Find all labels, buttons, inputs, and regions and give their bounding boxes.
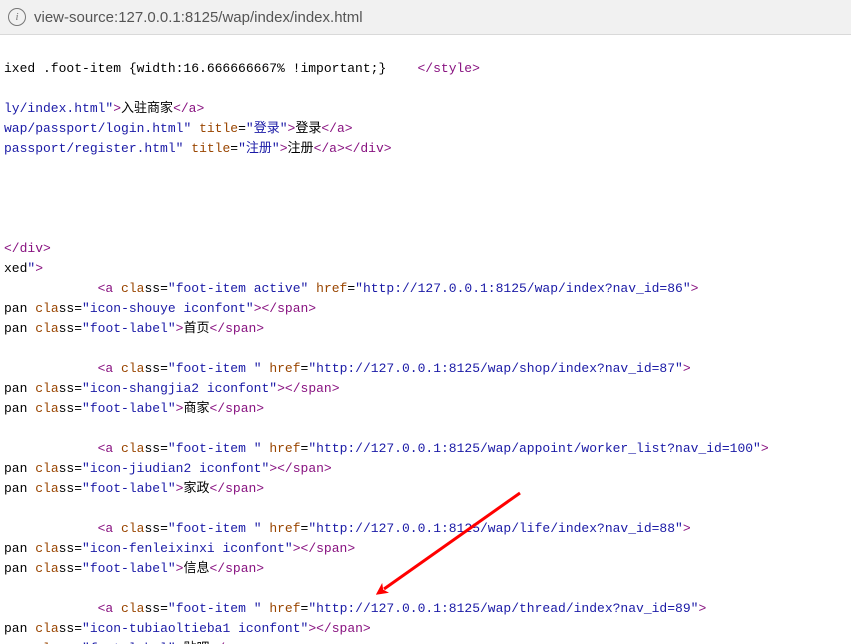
url-text[interactable]: view-source:127.0.0.1:8125/wap/index/ind… bbox=[34, 9, 843, 26]
foot-item-2-a: <a class="foot-item " href="http://127.0… bbox=[4, 441, 769, 456]
foot-item-0-a: <a class="foot-item active" href="http:/… bbox=[4, 281, 698, 296]
foot-item-4-icon: pan class="icon-tubiaoltieba1 iconfont">… bbox=[4, 621, 371, 636]
foot-item-0-icon: pan class="icon-shouye iconfont"></span> bbox=[4, 301, 316, 316]
foot-item-2-label: pan class="foot-label">家政</span> bbox=[4, 481, 264, 496]
foot-item-1-label: pan class="foot-label">商家</span> bbox=[4, 401, 264, 416]
xed-fragment: xed"> bbox=[4, 261, 43, 276]
annotation-arrow-icon bbox=[370, 485, 530, 605]
close-div: </div> bbox=[4, 241, 51, 256]
foot-item-0-label: pan class="foot-label">首页</span> bbox=[4, 321, 264, 336]
foot-item-2-icon: pan class="icon-jiudian2 iconfont"></spa… bbox=[4, 461, 332, 476]
address-bar[interactable]: i view-source:127.0.0.1:8125/wap/index/i… bbox=[0, 0, 851, 35]
foot-item-3-a: <a class="foot-item " href="http://127.0… bbox=[4, 521, 691, 536]
css-rule-fragment: ixed .foot-item {width:16.666666667% !im… bbox=[4, 61, 480, 76]
link-apply-index: ly/index.html">入驻商家</a> bbox=[4, 101, 204, 116]
foot-item-3-label: pan class="foot-label">信息</span> bbox=[4, 561, 264, 576]
foot-item-3-icon: pan class="icon-fenleixinxi iconfont"></… bbox=[4, 541, 355, 556]
foot-item-1-icon: pan class="icon-shangjia2 iconfont"></sp… bbox=[4, 381, 340, 396]
foot-item-1-a: <a class="foot-item " href="http://127.0… bbox=[4, 361, 691, 376]
view-source-pane: ixed .foot-item {width:16.666666667% !im… bbox=[0, 35, 851, 644]
site-info-icon[interactable]: i bbox=[8, 8, 26, 26]
link-login: wap/passport/login.html" title="登录">登录</… bbox=[4, 121, 353, 136]
foot-item-4-a: <a class="foot-item " href="http://127.0… bbox=[4, 601, 706, 616]
link-register: passport/register.html" title="注册">注册</a… bbox=[4, 141, 392, 156]
